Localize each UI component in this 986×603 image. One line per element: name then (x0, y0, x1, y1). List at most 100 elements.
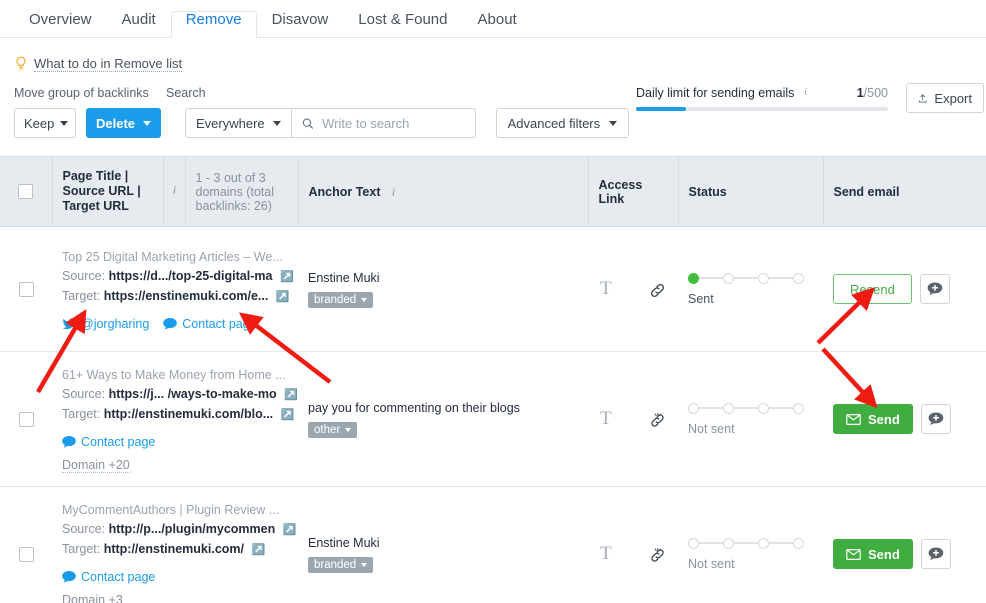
status-step-3 (758, 538, 769, 549)
source-url-row: Source: https://j... /ways-to-make-mo ↗️ (62, 385, 288, 405)
status-steps (688, 403, 813, 414)
delete-button[interactable]: Delete (86, 108, 161, 138)
add-note-icon (928, 547, 944, 562)
send-button[interactable]: Send (833, 404, 913, 434)
external-link-icon[interactable]: ↗️ (251, 544, 265, 556)
source-url[interactable]: http://p.../plugin/mycommen (109, 522, 276, 536)
contact-page-label: Contact page (81, 570, 155, 584)
target-url[interactable]: https://enstinemuki.com/e... (104, 289, 269, 303)
tab-audit[interactable]: Audit (107, 11, 171, 38)
anchor-text: Enstine Muki (308, 535, 578, 552)
lightbulb-icon (14, 56, 28, 72)
daily-limit-progress (636, 107, 888, 111)
add-note-button[interactable] (921, 404, 951, 434)
chevron-down-icon (361, 298, 367, 302)
row-page-cell: Top 25 Digital Marketing Articles – We..… (52, 227, 298, 352)
advanced-filters-button[interactable]: Advanced filters (496, 108, 630, 138)
contact-page-link[interactable]: Contact page (163, 317, 256, 331)
source-label: Source: (62, 522, 105, 536)
status-seg (699, 407, 723, 409)
svg-text:i: i (173, 186, 176, 196)
status-step-3 (758, 273, 769, 284)
external-link-icon[interactable]: ↗️ (280, 271, 294, 283)
daily-limit-header: Daily limit for sending emails i 1/500 (636, 86, 888, 100)
info-icon[interactable]: i (388, 186, 399, 198)
contact-page-label: Contact page (81, 435, 155, 449)
broken-link-icon[interactable] (649, 547, 666, 564)
resend-button[interactable]: Resend (833, 274, 912, 304)
row-send-cell: Send (823, 352, 986, 487)
daily-limit-used: 1 (857, 86, 864, 100)
help-hint-row: What to do in Remove list (0, 38, 986, 72)
anchor-tag-select[interactable]: other (308, 422, 357, 438)
status-step-2 (723, 403, 734, 414)
row-select-cell (0, 487, 52, 603)
target-url-row: Target: http://enstinemuki.com/blo... ↗️ (62, 405, 288, 425)
target-url[interactable]: http://enstinemuki.com/blo... (104, 407, 273, 421)
status-seg (769, 407, 793, 409)
tab-remove[interactable]: Remove (171, 11, 257, 38)
text-link-icon[interactable]: T (600, 408, 612, 429)
row-checkbox[interactable] (19, 412, 34, 427)
tab-about[interactable]: About (463, 11, 532, 38)
envelope-icon (846, 414, 861, 425)
twitter-handle-link[interactable]: @jorgharing (62, 317, 149, 331)
text-link-icon[interactable]: T (600, 543, 612, 564)
domain-more-row: Domain +3 (62, 593, 288, 603)
row-send-cell: Send (823, 487, 986, 603)
search-label: Search (166, 86, 206, 102)
external-link-icon[interactable]: ↗️ (281, 409, 295, 421)
export-button[interactable]: Export (906, 83, 984, 113)
chevron-down-icon (60, 121, 68, 126)
tab-disavow[interactable]: Disavow (257, 11, 344, 38)
col-access-link: Access Link (588, 157, 678, 227)
tab-overview[interactable]: Overview (14, 11, 107, 38)
twitter-icon (62, 318, 76, 330)
tab-lost-and-found[interactable]: Lost & Found (343, 11, 462, 38)
search-scope-select[interactable]: Everywhere (185, 108, 291, 138)
comment-icon (62, 436, 76, 448)
search-group: Everywhere (185, 108, 476, 138)
add-note-button[interactable] (920, 274, 950, 304)
help-hint-link[interactable]: What to do in Remove list (34, 56, 182, 72)
source-url[interactable]: https://d.../top-25-digital-ma (109, 269, 273, 283)
domain-more-link[interactable]: Domain +20 (62, 458, 130, 473)
anchor-tag-select[interactable]: branded (308, 292, 373, 308)
status-step-4 (793, 538, 804, 549)
contact-page-link[interactable]: Contact page (62, 435, 155, 449)
add-note-button[interactable] (921, 539, 951, 569)
search-box[interactable] (291, 108, 476, 138)
table-header-row: Page Title | Source URL | Target URL i 1… (0, 157, 986, 227)
add-note-icon (927, 282, 943, 297)
row-access-cell: T (588, 352, 678, 487)
keep-button-label: Keep (24, 116, 54, 131)
contact-page-link[interactable]: Contact page (62, 570, 155, 584)
send-button[interactable]: Send (833, 539, 913, 569)
broken-link-icon[interactable] (649, 412, 666, 429)
domain-more-link[interactable]: Domain +3 (62, 593, 123, 603)
row-checkbox[interactable] (19, 547, 34, 562)
external-link-icon[interactable]: ↗️ (284, 389, 298, 401)
keep-button[interactable]: Keep (14, 108, 76, 138)
twitter-handle-label: @jorgharing (81, 317, 149, 331)
external-link-icon[interactable]: ↗️ (283, 524, 297, 536)
row-checkbox[interactable] (19, 282, 34, 297)
link-icon[interactable] (649, 282, 666, 299)
add-note-icon (928, 412, 944, 427)
row-status-cell: Not sent (678, 487, 823, 603)
advanced-filters-label: Advanced filters (508, 116, 601, 131)
anchor-tag-select[interactable]: branded (308, 557, 373, 573)
col-page-title-info[interactable]: i (163, 157, 185, 227)
search-input[interactable] (320, 115, 465, 132)
target-url[interactable]: http://enstinemuki.com/ (104, 542, 244, 556)
text-link-icon[interactable]: T (600, 278, 612, 299)
status-step-4 (793, 403, 804, 414)
info-icon[interactable]: i (800, 86, 811, 100)
source-url[interactable]: https://j... /ways-to-make-mo (109, 387, 277, 401)
row-select-cell (0, 227, 52, 352)
external-link-icon[interactable]: ↗️ (276, 291, 290, 303)
col-send-email: Send email (823, 157, 986, 227)
select-all-checkbox[interactable] (18, 184, 33, 199)
status-label: Not sent (688, 557, 813, 571)
page-title: Top 25 Digital Marketing Articles – We..… (62, 248, 288, 267)
